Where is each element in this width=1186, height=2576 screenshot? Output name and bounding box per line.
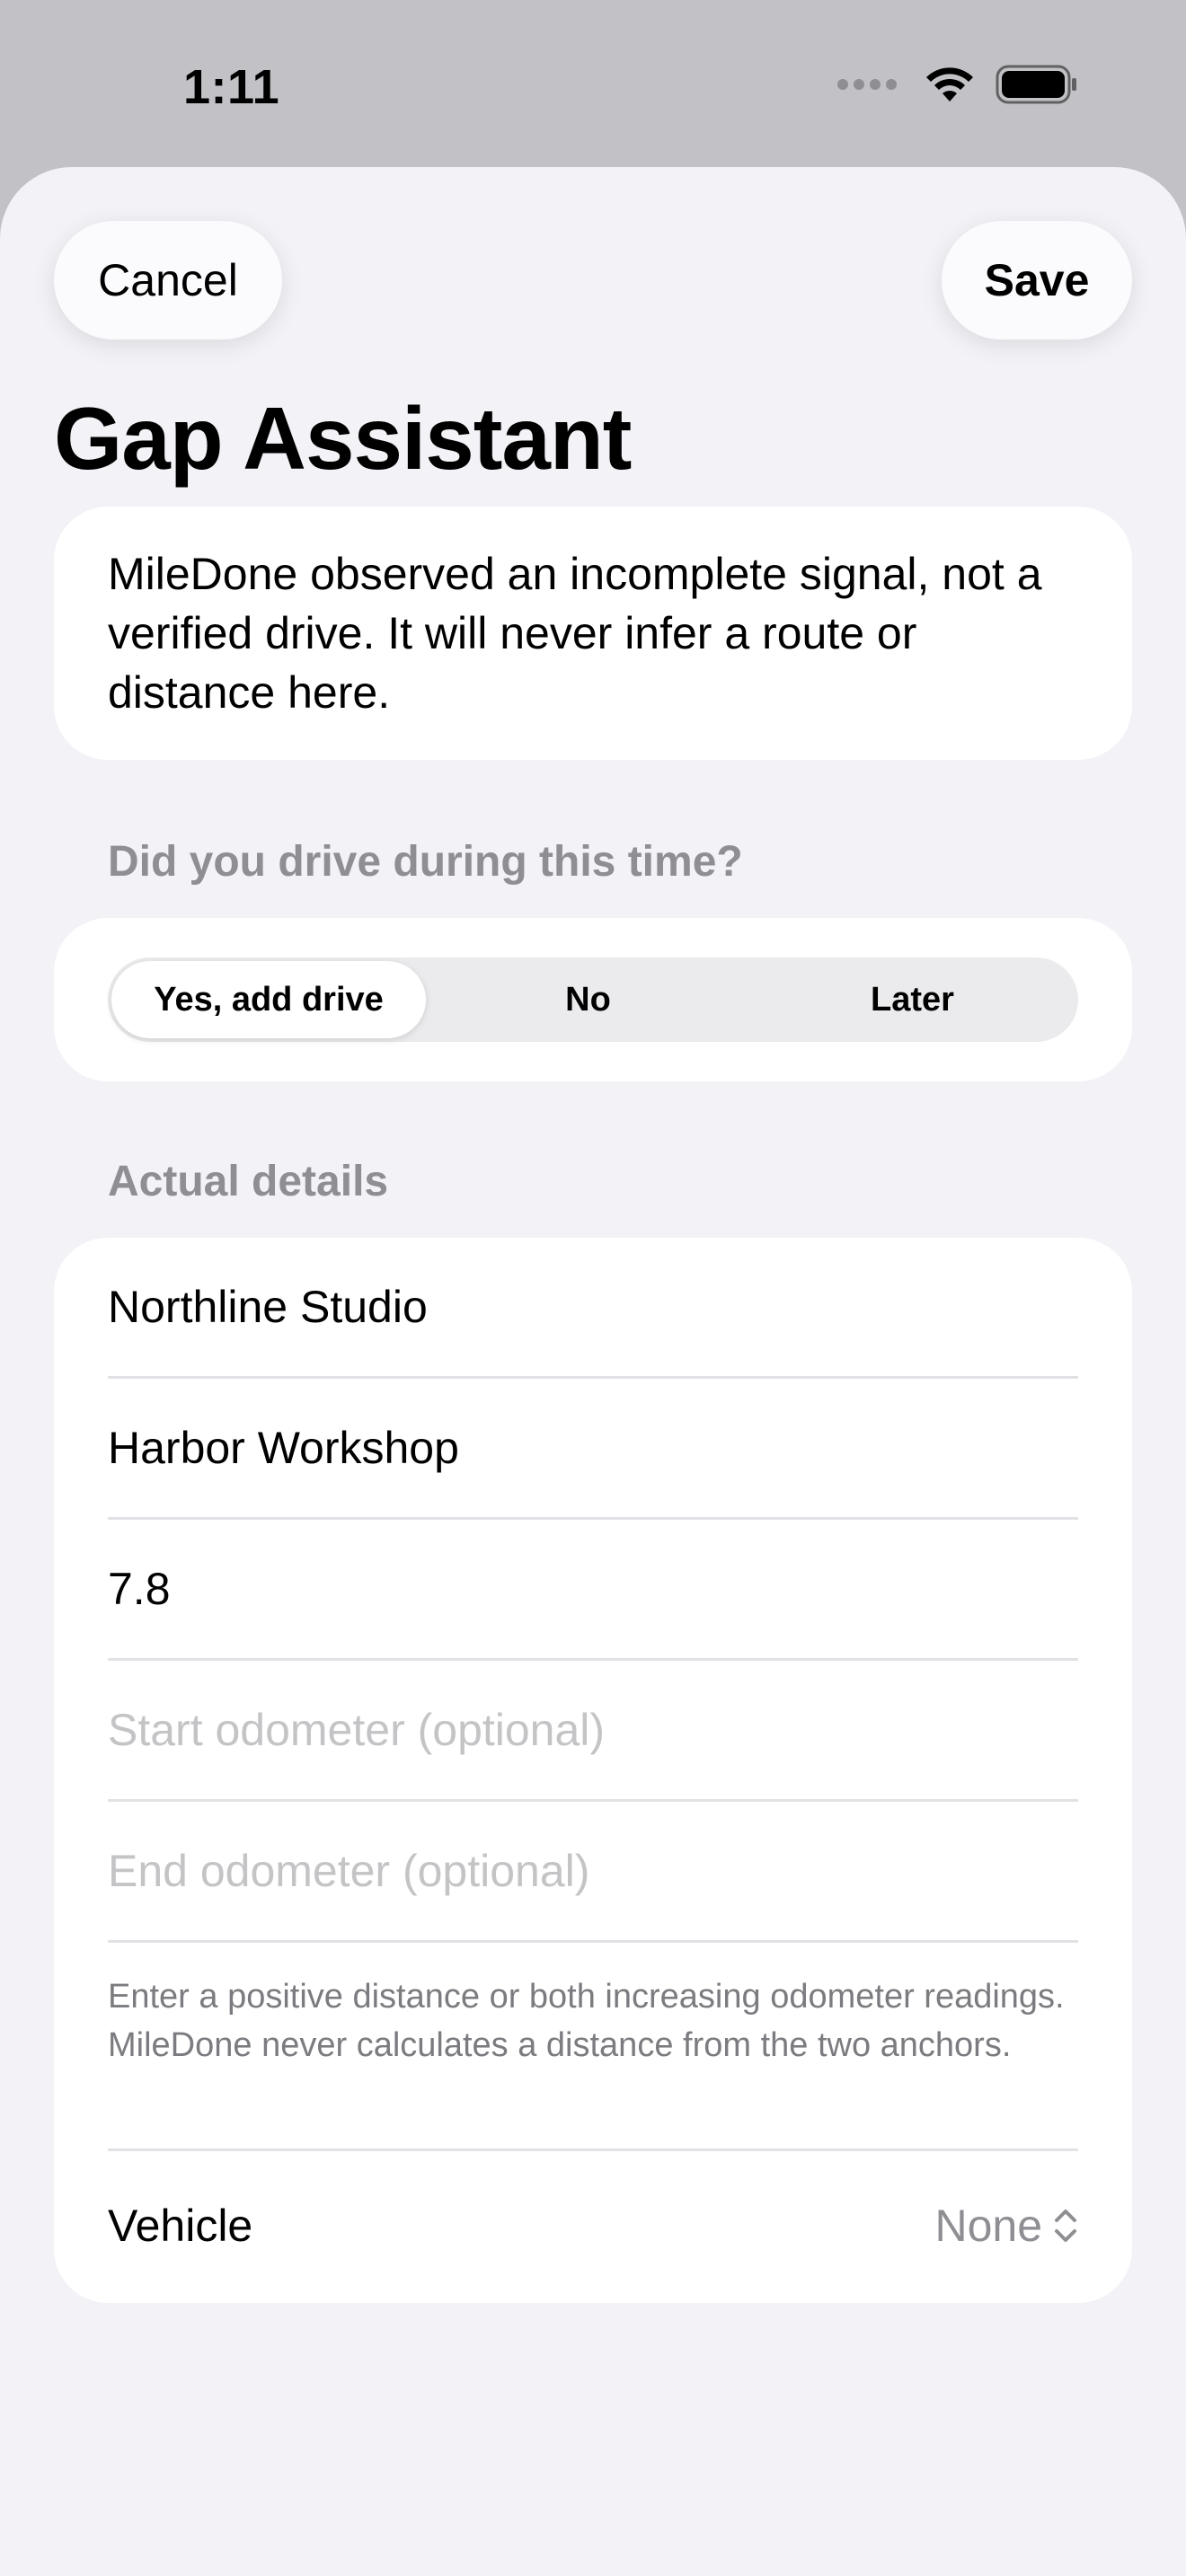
- vehicle-label: Vehicle: [108, 2201, 253, 2251]
- details-header: Actual details: [108, 1158, 389, 1205]
- question-header: Did you drive during this time?: [108, 838, 743, 886]
- page-title: Gap Assistant: [54, 389, 632, 488]
- start-location-value: Northline Studio: [108, 1282, 428, 1332]
- end-odometer-placeholder: End odometer (optional): [108, 1846, 590, 1896]
- info-card: MileDone observed an incomplete signal, …: [54, 507, 1132, 760]
- distance-value: 7.8: [108, 1564, 171, 1614]
- divider: [108, 2148, 1078, 2151]
- status-icons: [837, 65, 1078, 104]
- end-location-field[interactable]: Harbor Workshop: [108, 1379, 1078, 1520]
- cellular-signal-icon: [837, 79, 897, 90]
- segment-yes-add-drive[interactable]: Yes, add drive: [111, 961, 426, 1038]
- drive-answer-segmented-control: Yes, add drive No Later: [108, 957, 1078, 1042]
- details-card: Northline Studio Harbor Workshop 7.8 Sta…: [54, 1238, 1132, 2303]
- chevron-up-down-icon: [1055, 2210, 1076, 2242]
- distance-field[interactable]: 7.8: [108, 1520, 1078, 1661]
- start-odometer-field[interactable]: Start odometer (optional): [108, 1661, 1078, 1802]
- segment-later[interactable]: Later: [750, 961, 1075, 1038]
- end-odometer-field[interactable]: End odometer (optional): [108, 1802, 1078, 1943]
- cancel-button[interactable]: Cancel: [54, 221, 282, 340]
- status-bar: 1:11: [0, 0, 1186, 167]
- start-odometer-placeholder: Start odometer (optional): [108, 1705, 606, 1755]
- info-text: MileDone observed an incomplete signal, …: [108, 549, 1042, 718]
- vehicle-value-container: None: [934, 2200, 1078, 2252]
- vehicle-picker[interactable]: Vehicle None: [108, 2154, 1078, 2298]
- start-location-field[interactable]: Northline Studio: [108, 1238, 1078, 1379]
- status-time: 1:11: [183, 60, 280, 114]
- end-location-value: Harbor Workshop: [108, 1423, 459, 1473]
- wifi-icon: [926, 67, 973, 101]
- battery-icon: [996, 65, 1076, 104]
- gap-assistant-sheet: Cancel Save Gap Assistant MileDone obser…: [0, 167, 1186, 2576]
- segment-no[interactable]: No: [426, 961, 750, 1038]
- distance-note: Enter a positive distance or both increa…: [108, 1978, 1065, 2064]
- drive-question-card: Yes, add drive No Later: [54, 918, 1132, 1081]
- vehicle-value: None: [934, 2201, 1042, 2251]
- save-button[interactable]: Save: [942, 221, 1132, 340]
